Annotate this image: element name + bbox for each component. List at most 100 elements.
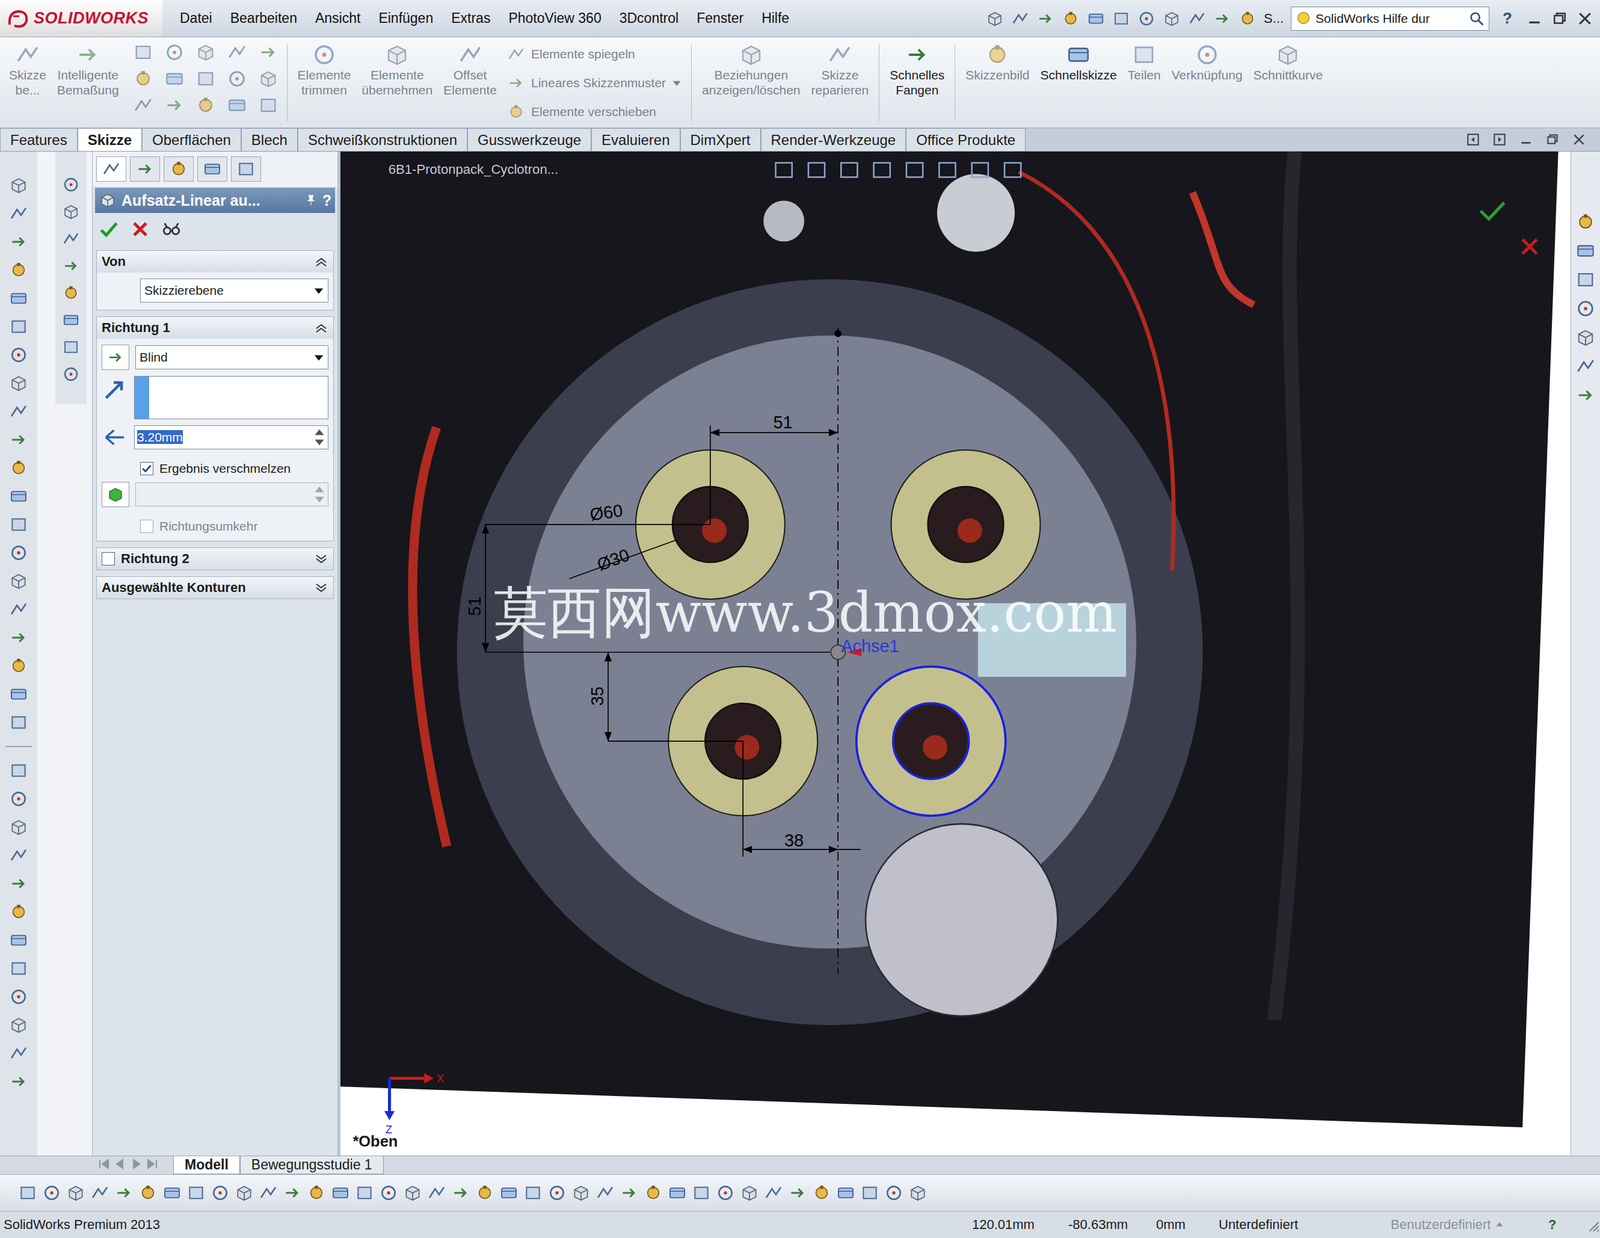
checkbox[interactable] — [101, 552, 115, 566]
feature-tool-icon[interactable] — [9, 430, 29, 450]
toolbar-icon[interactable] — [739, 1183, 760, 1203]
toolbar-icon[interactable] — [667, 1183, 687, 1203]
help-button[interactable]: ? — [1496, 9, 1519, 28]
preview-icon[interactable] — [161, 218, 182, 240]
units-selector[interactable]: Benutzerdefiniert — [1390, 1216, 1549, 1233]
manager-tab[interactable] — [96, 156, 127, 182]
command-button[interactable]: IntelligenteBemaßung — [51, 42, 125, 98]
pin-icon[interactable] — [304, 193, 318, 207]
feature-tool-icon[interactable] — [9, 316, 29, 337]
sketch-entity-icon[interactable] — [195, 95, 216, 116]
command-button[interactable]: OffsetElemente — [437, 42, 503, 98]
feature-tool-icon[interactable] — [9, 514, 29, 535]
sketch-entity-icon[interactable] — [258, 95, 279, 116]
toolbar-icon[interactable] — [571, 1183, 591, 1203]
toolbar-icon[interactable] — [812, 1183, 832, 1203]
view-tool-icon[interactable] — [61, 175, 80, 194]
feature-tool-icon[interactable] — [9, 288, 29, 308]
toolbar-icon[interactable] — [523, 1183, 543, 1203]
menu-item[interactable]: Extras — [442, 10, 500, 27]
section-header[interactable]: Richtung 1 — [96, 316, 334, 339]
ok-corner-icon[interactable] — [1480, 202, 1505, 219]
feature-tool-icon[interactable] — [9, 684, 29, 704]
cancel-corner-icon[interactable] — [1522, 239, 1537, 254]
toolbar-icon[interactable] — [715, 1183, 736, 1203]
dimension-label[interactable]: Ø60 — [588, 500, 624, 524]
toolbar-icon[interactable] — [186, 1183, 206, 1203]
view-tool-icon[interactable] — [61, 283, 80, 302]
close-icon[interactable] — [1571, 131, 1587, 148]
search-field[interactable]: SolidWorks Hilfe dur — [1290, 6, 1490, 31]
toolbar-icon[interactable] — [306, 1183, 327, 1203]
feature-tool-icon[interactable] — [9, 656, 29, 676]
task-pane-icon[interactable] — [1575, 211, 1596, 233]
toolbar-icon[interactable] — [860, 1183, 880, 1203]
sketch-entity-icon[interactable] — [132, 68, 154, 90]
menu-item[interactable]: 3Dcontrol — [610, 10, 688, 27]
feature-tool-icon[interactable] — [9, 543, 29, 563]
toolbar-icon[interactable] — [475, 1183, 495, 1203]
toolbar-icon[interactable] — [619, 1183, 639, 1203]
manager-tab[interactable] — [163, 156, 194, 182]
feature-tool-icon[interactable] — [9, 873, 29, 894]
dropdown[interactable]: Skizzierebene — [140, 278, 329, 303]
toolbar-icon[interactable] — [836, 1183, 856, 1203]
view-tool-icon[interactable] — [873, 163, 891, 178]
toolbar-icon[interactable] — [282, 1183, 302, 1203]
command-button[interactable]: Skizzereparieren — [806, 42, 875, 98]
command-button[interactable]: Teilen — [1122, 42, 1167, 83]
command-tab[interactable]: DimXpert — [680, 128, 761, 151]
manager-tab[interactable] — [197, 156, 228, 182]
feature-tool-icon[interactable] — [9, 760, 29, 781]
sketch-entity-icon[interactable] — [164, 95, 185, 116]
sketch-entity-icon[interactable] — [132, 95, 154, 116]
command-tab[interactable]: Features — [0, 128, 78, 151]
command-tab[interactable]: Schweißkonstruktionen — [297, 128, 468, 151]
feature-tool-icon[interactable] — [9, 1043, 29, 1063]
sketch-entity-icon[interactable] — [132, 42, 154, 63]
command-tab[interactable]: Skizze — [77, 128, 142, 151]
quick-tool-icon[interactable] — [1137, 9, 1156, 28]
next-window-icon[interactable] — [1491, 131, 1508, 148]
restore-icon[interactable] — [1544, 131, 1561, 148]
prev-window-icon[interactable] — [1465, 131, 1481, 148]
toolbar-icon[interactable] — [114, 1183, 134, 1203]
manager-tab[interactable] — [129, 156, 160, 182]
icon-button[interactable] — [101, 344, 130, 370]
toolbar-icon[interactable] — [499, 1183, 519, 1203]
sketch-entity-icon[interactable] — [195, 68, 216, 90]
stack-command[interactable]: Elemente verschieben — [507, 99, 682, 124]
quick-tool-icon[interactable] — [1162, 9, 1181, 28]
feature-tool-icon[interactable] — [9, 458, 29, 478]
feature-tool-icon[interactable] — [9, 1071, 29, 1092]
feature-tool-icon[interactable] — [9, 789, 29, 809]
stack-command[interactable]: Lineares Skizzenmuster — [507, 70, 682, 96]
quick-tool-icon[interactable] — [1061, 9, 1080, 28]
toolbar-icon[interactable] — [354, 1183, 375, 1203]
sketch-ring[interactable] — [890, 449, 1040, 600]
feature-tool-icon[interactable] — [9, 486, 29, 506]
feature-tool-icon[interactable] — [9, 958, 29, 979]
dimension-label[interactable]: 51 — [772, 412, 793, 432]
feature-tool-icon[interactable] — [9, 175, 29, 195]
quick-tool-icon[interactable] — [1112, 9, 1131, 28]
toolbar-icon[interactable] — [427, 1183, 447, 1203]
view-tool-icon[interactable] — [906, 163, 923, 178]
toolbar-icon[interactable] — [18, 1183, 38, 1203]
feature-tool-icon[interactable] — [9, 345, 29, 365]
checkbox-row[interactable]: Richtungsumkehr — [101, 519, 329, 534]
icon-button[interactable] — [101, 481, 130, 508]
status-help[interactable]: ? — [1548, 1216, 1585, 1233]
toolbar-icon[interactable] — [884, 1183, 904, 1203]
toolbar-icon[interactable] — [908, 1183, 928, 1203]
view-tool-icon[interactable] — [938, 163, 956, 178]
quick-tool-icon[interactable] — [1086, 9, 1105, 28]
quick-tool-icon[interactable] — [1213, 9, 1232, 28]
help-button[interactable]: ? — [322, 191, 332, 210]
checkbox-row[interactable]: Ergebnis verschmelzen — [101, 461, 329, 476]
toolbar-icon[interactable] — [595, 1183, 615, 1203]
sketch-ring[interactable] — [856, 666, 1006, 816]
collapse-icon[interactable] — [313, 320, 329, 336]
dropdown[interactable]: Blind — [135, 345, 329, 370]
command-button[interactable]: Elementetrimmen — [292, 42, 357, 98]
